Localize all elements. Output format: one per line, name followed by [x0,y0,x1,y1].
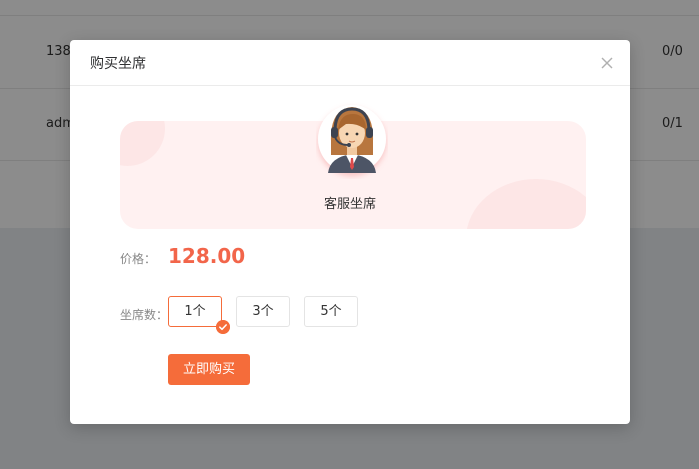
customer-service-agent-icon [318,105,386,173]
banner-label: 客服坐席 [323,197,376,212]
seat-count-label: 坐席数： [120,308,169,322]
price-value: 128.00 [168,244,246,268]
check-icon [216,320,230,334]
price-label: 价格： [120,252,157,266]
close-icon[interactable] [598,54,616,72]
dialog-title: 购买坐席 [90,56,146,72]
purchase-seat-dialog: 购买坐席 客服坐席 价格： 128.00 坐席数： 1个 3个 5个 立即购买 [70,40,630,424]
seat-option-5[interactable]: 5个 [304,296,358,327]
seat-option-1[interactable]: 1个 [168,296,222,327]
dialog-header: 购买坐席 [70,40,630,86]
decor-circle [120,121,165,166]
buy-now-button[interactable]: 立即购买 [168,354,250,385]
seat-option-3[interactable]: 3个 [236,296,290,327]
